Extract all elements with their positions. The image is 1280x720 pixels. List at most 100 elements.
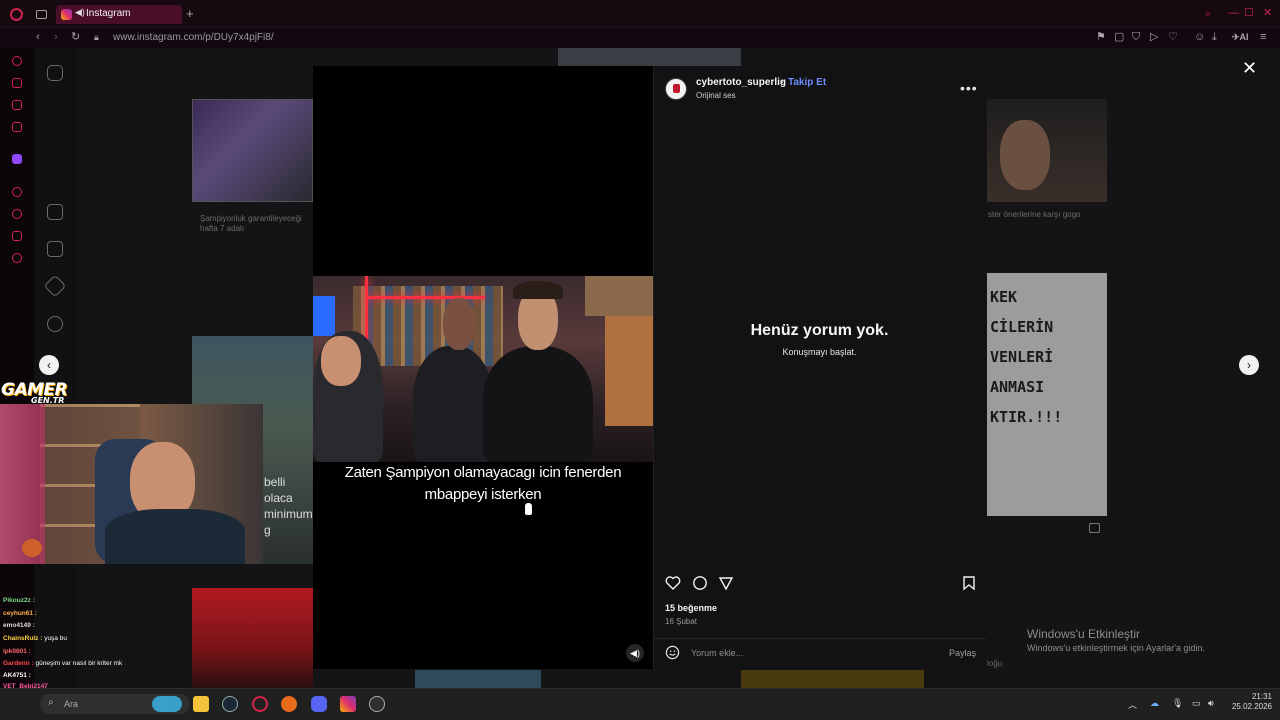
poster-text: KEK CİLERİN VENLERİ ANMASI KTIR.!!!	[990, 282, 1062, 432]
shield-icon[interactable]: ⛉	[1132, 32, 1140, 43]
comment-icon[interactable]	[692, 575, 708, 591]
forward-icon[interactable]: ›	[54, 32, 58, 43]
chat-text: güneşim var nasıl bir kriter mk	[35, 660, 123, 667]
avatar[interactable]	[665, 78, 687, 100]
like-heart-icon[interactable]	[665, 575, 681, 591]
chat-user: Gardenn :	[3, 660, 34, 667]
workspaces-icon[interactable]	[36, 10, 47, 19]
grid-thumbnail[interactable]	[192, 588, 313, 688]
opera-logo-icon[interactable]	[10, 8, 23, 21]
streamer-face-thumbnail	[1000, 120, 1050, 190]
grid-thumbnail[interactable]	[558, 48, 741, 66]
windows-taskbar	[0, 688, 1280, 720]
emoji-icon[interactable]	[665, 645, 680, 660]
chat-message: emo4149 :	[3, 622, 35, 629]
chat-user: ChainsRulz :	[3, 635, 43, 642]
post-comment-button[interactable]: Paylaş	[949, 648, 976, 658]
tray-volume-icon[interactable]: 🔊︎	[1208, 698, 1214, 709]
storefront	[605, 316, 653, 426]
tray-network-icon[interactable]: ☁	[1150, 698, 1159, 709]
more-options-button[interactable]: •••	[960, 80, 978, 96]
reel-icon	[1089, 523, 1100, 533]
search-nav-icon[interactable]	[47, 316, 63, 332]
windows-activate-title: Windows'u Etkinleştir	[1027, 627, 1140, 641]
play-icon[interactable]: ▷	[1150, 32, 1158, 43]
close-window-icon[interactable]: ✕	[1263, 8, 1272, 19]
grid-thumbnail[interactable]	[741, 670, 924, 688]
account-icon[interactable]: ☺	[1194, 32, 1205, 43]
aria-ai-button[interactable]: ✈AI	[1232, 32, 1249, 43]
share-send-icon[interactable]	[718, 575, 734, 591]
chat-text: yuşa bu	[44, 635, 67, 642]
speaker-icon[interactable]: ◀)	[75, 7, 85, 18]
comment-input[interactable]: Yorum ekle...	[691, 648, 743, 658]
sidebar-item-crypto-icon[interactable]	[12, 78, 22, 88]
clock-date: 25.02.2026	[1231, 702, 1272, 711]
maximize-icon[interactable]: ☐	[1244, 8, 1254, 19]
previous-post-button[interactable]: ‹	[39, 355, 59, 375]
sidebar-item-extensions-icon[interactable]	[12, 231, 22, 241]
opera-gx-icon[interactable]	[252, 696, 268, 712]
follow-button[interactable]: Takip Et	[788, 77, 826, 88]
streamer-webcam	[0, 404, 263, 564]
search-icon[interactable]: ⌕	[1205, 9, 1211, 20]
audio-label[interactable]: Orijinal ses	[696, 91, 736, 100]
menu-icon[interactable]: ≡	[1260, 32, 1266, 43]
instagram-logo-icon[interactable]	[47, 65, 63, 81]
tab-title: Instagram	[86, 8, 131, 19]
tab-instagram[interactable]: ◀) Instagram	[56, 5, 182, 24]
person-right	[483, 346, 593, 462]
clock-time: 21:31	[1251, 692, 1272, 701]
sidebar-item-messenger-icon[interactable]	[12, 100, 22, 110]
back-icon[interactable]: ‹	[36, 32, 40, 43]
sidebar-item-twitch-icon[interactable]	[12, 154, 22, 164]
bookmark-toolbar-icon[interactable]: ⚑	[1096, 32, 1106, 43]
windows-activate-subtitle: Windows'u etkinleştirmek için Ayarlar'a …	[1027, 643, 1205, 653]
discord-icon[interactable]	[311, 696, 327, 712]
taskbar-clock[interactable]: 21:31 25.02.2026	[1224, 692, 1272, 712]
home-icon[interactable]	[47, 204, 63, 220]
address-url[interactable]: www.instagram.com/p/DUy7x4pjFi8/	[113, 32, 274, 43]
sidebar-item-player-icon[interactable]	[12, 187, 22, 197]
tray-display-icon[interactable]: ▭	[1192, 698, 1201, 709]
firefox-icon[interactable]	[281, 696, 297, 712]
heart-toolbar-icon[interactable]: ♡	[1168, 32, 1178, 43]
no-comments-title: Henüz yorum yok.	[750, 322, 889, 339]
reload-icon[interactable]: ↻	[71, 32, 80, 43]
separator-dot: •	[780, 77, 784, 88]
person-left-face	[321, 336, 361, 386]
chat-message: ceyhun61 :	[3, 610, 37, 617]
tray-mic-icon[interactable]: 🎙︎	[1172, 698, 1183, 709]
tray-chevron-icon[interactable]: ︿	[1128, 698, 1137, 711]
save-bookmark-icon[interactable]	[961, 575, 977, 591]
mute-toggle-icon[interactable]: ◀)	[626, 644, 644, 662]
snapshot-icon[interactable]: ▢	[1114, 32, 1124, 43]
grid-thumbnail[interactable]	[192, 99, 313, 202]
streamer-body	[105, 509, 245, 564]
video-subtitle: Zaten Şampiyon olamayacagı icin fenerden…	[313, 462, 653, 506]
chat-user: Pikouz2z :	[3, 597, 35, 604]
instagram-app-icon[interactable]	[340, 696, 356, 712]
sidebar-item-aria-icon[interactable]	[12, 56, 22, 66]
neon-light	[365, 296, 485, 299]
reels-icon[interactable]	[47, 241, 63, 257]
sidebar-item-history-icon[interactable]	[12, 209, 22, 219]
file-explorer-icon[interactable]	[193, 696, 209, 712]
steam-icon[interactable]	[222, 696, 238, 712]
like-count[interactable]: 15 beğenme	[665, 603, 717, 613]
browser-tab-bar: ◀) Instagram + ⌕ — ☐ ✕	[0, 0, 1280, 28]
new-tab-button[interactable]: +	[186, 7, 194, 20]
close-post-button[interactable]: ✕	[1242, 58, 1257, 79]
minimize-icon[interactable]: —	[1228, 8, 1239, 19]
sidebar-item-settings-icon[interactable]	[12, 253, 22, 263]
obs-icon[interactable]	[369, 696, 385, 712]
taskbar-app-icon[interactable]	[152, 696, 182, 712]
video-frame[interactable]	[313, 276, 653, 462]
post-date: 16 Şubat	[665, 617, 698, 626]
taskbar-search-label[interactable]: Ara	[64, 699, 78, 709]
sidebar-item-whatsapp-icon[interactable]	[12, 122, 22, 132]
next-post-button[interactable]: ›	[1239, 355, 1259, 375]
download-icon[interactable]: ⤓	[1212, 32, 1217, 43]
grid-thumbnail[interactable]	[415, 670, 541, 688]
post-username[interactable]: cybertoto_superlig	[696, 77, 786, 88]
